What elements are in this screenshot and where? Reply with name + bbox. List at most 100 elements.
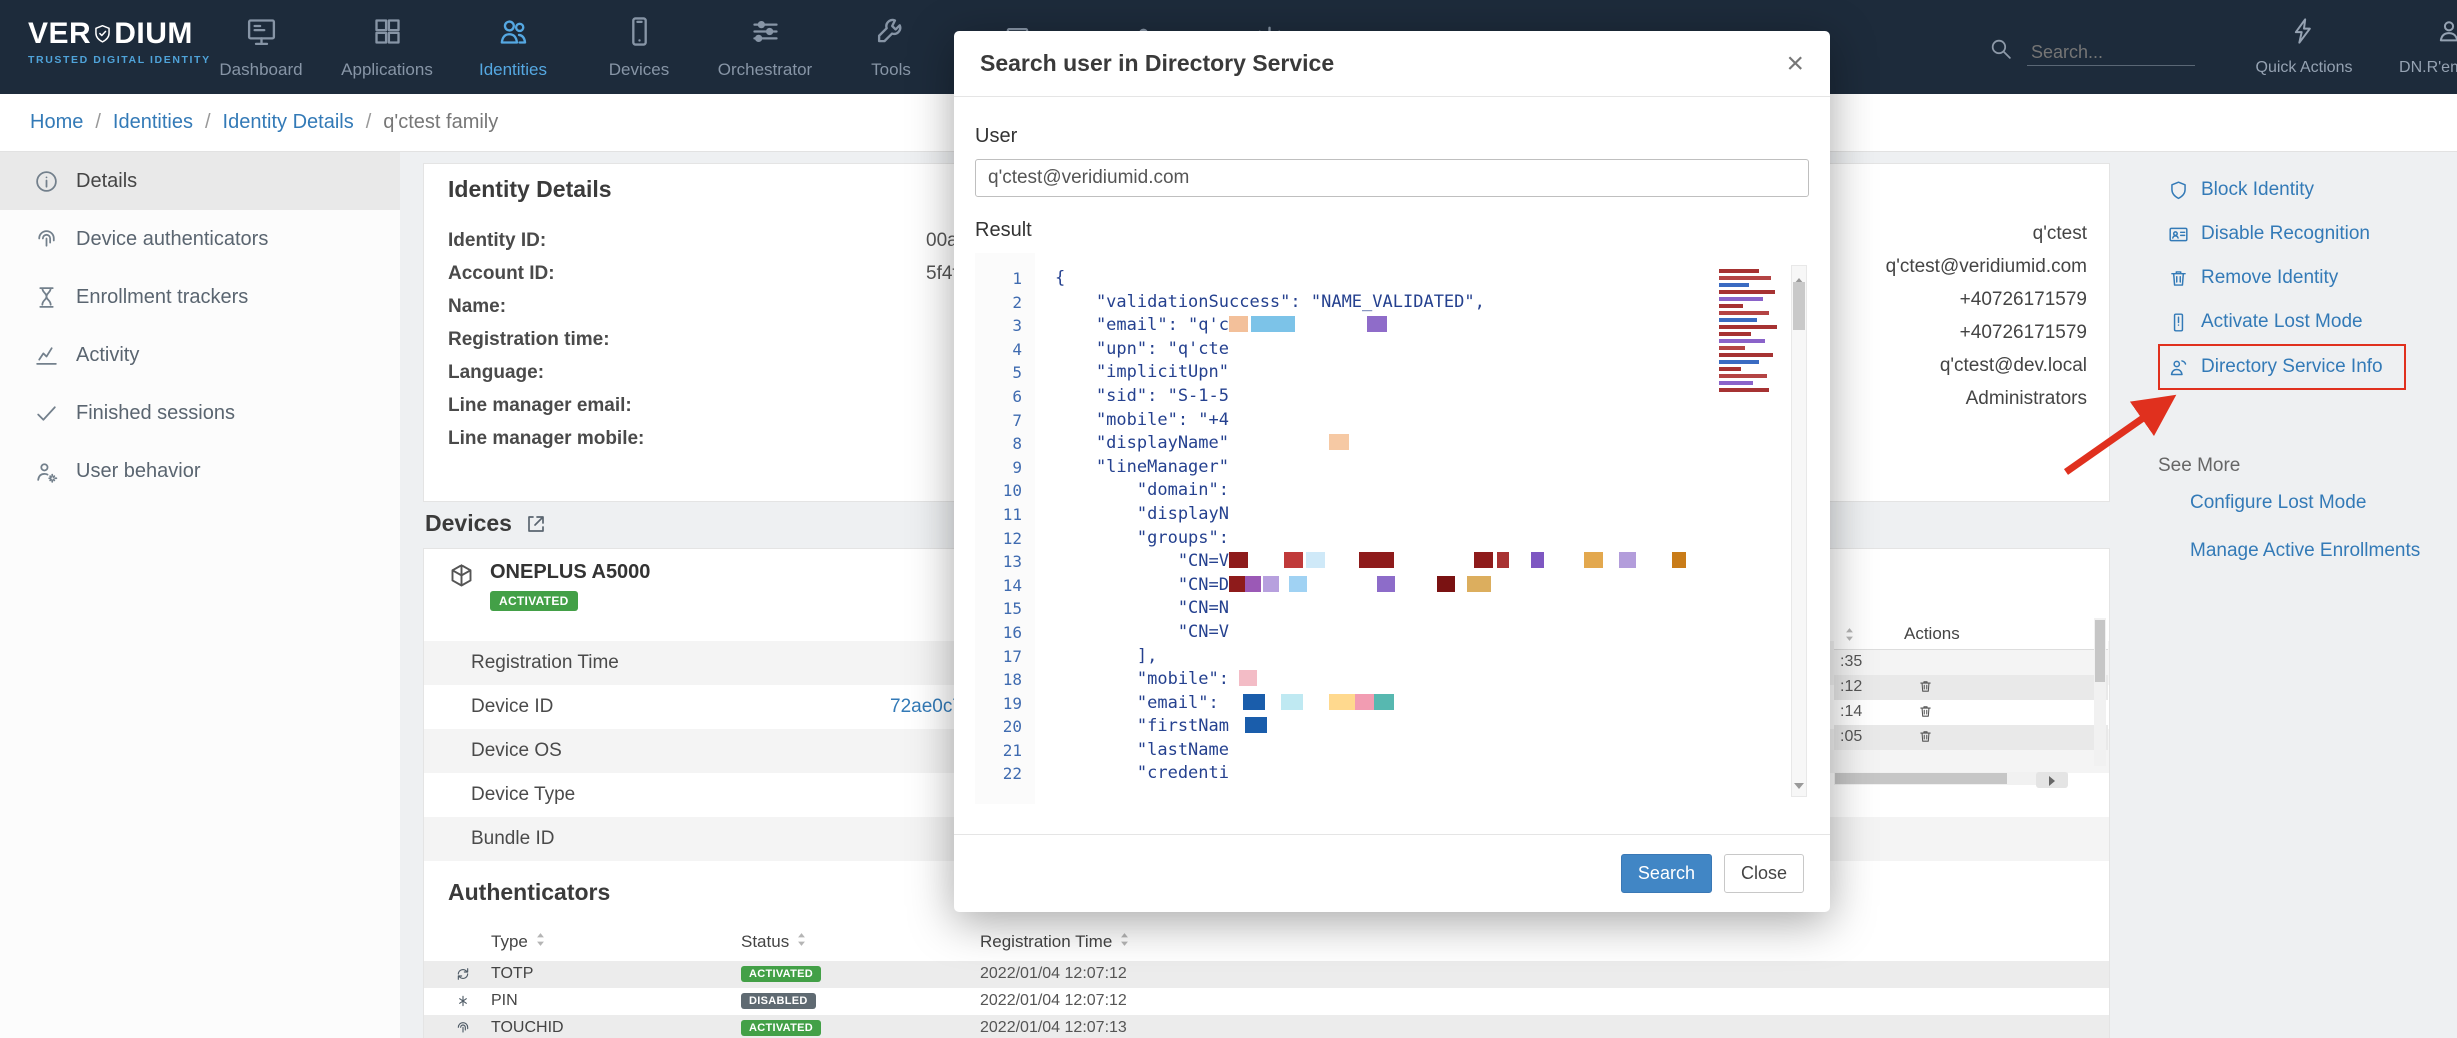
nav-item-label: Dashboard: [219, 60, 302, 80]
user-search-input[interactable]: [975, 159, 1809, 197]
authenticator-row-pin: PINDISABLED2022/01/04 12:07:12: [424, 988, 2109, 1015]
editor-line: "CN=D: [1055, 574, 1791, 598]
redaction-block: [1239, 670, 1257, 686]
editor-line: "groups":: [1055, 527, 1791, 551]
authenticator-time: 2022/01/04 12:07:12: [980, 965, 1127, 983]
devices-heading: Devices: [425, 510, 548, 537]
identity-right-value: Administrators: [1886, 382, 2087, 415]
quick-actions-button[interactable]: Quick Actions: [2238, 0, 2370, 94]
device-id-link[interactable]: 72ae0c7: [890, 696, 963, 718]
right-panel-action-directory-service-info[interactable]: Directory Service Info: [2158, 344, 2406, 390]
editor-line: "CN=V: [1055, 550, 1791, 574]
right-panel-link-manage-active-enrollments[interactable]: Manage Active Enrollments: [2190, 536, 2420, 584]
activity-icon: [34, 343, 59, 368]
line-number: 15: [975, 597, 1022, 621]
sidebar-nav: DetailsDevice authenticators Enrollment t…: [0, 152, 400, 1038]
identity-field-label: Line manager email:: [448, 395, 926, 417]
search-button[interactable]: Search: [1621, 854, 1712, 893]
quick-actions-icon: [2290, 17, 2318, 50]
authenticators-table-rows: TOTPACTIVATED2022/01/04 12:07:12PINDISAB…: [424, 961, 2109, 1038]
veridium-app: VER DIUM TRUSTED DIGITAL IDENTITY Dashbo…: [0, 0, 2457, 1038]
nav-user-menu[interactable]: DN.R'emuß G: [2384, 0, 2457, 94]
line-number: 22: [975, 762, 1022, 786]
partial-table-header: Actions: [1834, 618, 2108, 650]
line-number: 2: [975, 291, 1022, 315]
right-panel-action-disable-recognition[interactable]: Disable Recognition: [2158, 212, 2457, 256]
scrollbar-thumb[interactable]: [2095, 620, 2105, 682]
right-panel-links: Configure Lost ModeManage Active Enrollm…: [2190, 488, 2420, 584]
brand-text-right: DIUM: [114, 17, 193, 51]
vertical-scrollbar[interactable]: [2094, 618, 2106, 766]
auth-column-header-type[interactable]: Type: [491, 932, 546, 952]
search-icon[interactable]: [1988, 36, 2013, 66]
external-link-icon[interactable]: [524, 512, 548, 536]
result-label: Result: [975, 219, 1809, 242]
partial-table-row: :12: [1834, 675, 2108, 700]
nav-item-label: Tools: [871, 60, 911, 80]
sidebar-item-finished-sessions[interactable]: Finished sessions: [0, 384, 400, 442]
breadcrumb-separator: /: [366, 111, 372, 134]
nav-item-identities[interactable]: Identities: [450, 0, 576, 94]
sidebar-item-user-behavior[interactable]: User behavior: [0, 442, 400, 500]
nav-item-orchestrator[interactable]: Orchestrator: [702, 0, 828, 94]
close-button[interactable]: Close: [1724, 854, 1804, 893]
line-number: 17: [975, 645, 1022, 669]
json-result-editor[interactable]: 12345678910111213141516171819202122 { "v…: [975, 253, 1809, 804]
sort-icon[interactable]: [1844, 627, 1855, 642]
search-input[interactable]: [2027, 40, 2195, 66]
row-trash-icon[interactable]: [1918, 679, 1933, 694]
modal-close-icon[interactable]: ×: [1786, 49, 1804, 79]
nav-item-devices[interactable]: Devices: [576, 0, 702, 94]
directory-search-modal: Search user in Directory Service × User …: [954, 31, 1830, 912]
identity-fields: Identity ID:00aAccount ID:5f4fName:Regis…: [448, 224, 958, 455]
horizontal-scrollbar[interactable]: [1834, 772, 2068, 785]
right-panel-action-activate-lost-mode[interactable]: Activate Lost Mode: [2158, 300, 2457, 344]
status-badge: DISABLED: [741, 993, 816, 1009]
scroll-right-button[interactable]: [2036, 772, 2068, 788]
auth-column-header-status[interactable]: Status: [741, 932, 807, 952]
right-panel-link-configure-lost-mode[interactable]: Configure Lost Mode: [2190, 488, 2420, 536]
breadcrumb-item-identities[interactable]: Identities: [113, 111, 193, 134]
sidebar-item-label: Enrollment trackers: [76, 286, 248, 309]
nav-item-applications[interactable]: Applications: [324, 0, 450, 94]
editor-line: "mobile": "+4: [1055, 409, 1791, 433]
sidebar-item-device-authenticators[interactable]: Device authenticators: [0, 210, 400, 268]
sidebar-item-enrollment-trackers[interactable]: Enrollment trackers: [0, 268, 400, 326]
row-trash-icon[interactable]: [1918, 729, 1933, 744]
sidebar-item-label: User behavior: [76, 460, 201, 483]
recognition-icon: [2168, 224, 2189, 245]
orchestrator-icon: [749, 15, 782, 53]
scrollbar-thumb[interactable]: [1793, 282, 1805, 330]
right-panel-action-block-identity[interactable]: Block Identity: [2158, 168, 2457, 212]
line-number: 11: [975, 503, 1022, 527]
identity-field-row: Identity ID:00a: [448, 224, 958, 257]
brand-text-left: VER: [28, 17, 91, 51]
row-trash-icon[interactable]: [1918, 704, 1933, 719]
breadcrumb-item-identity-details[interactable]: Identity Details: [223, 111, 354, 134]
nav-item-tools[interactable]: Tools: [828, 0, 954, 94]
right-panel-action-remove-identity[interactable]: Remove Identity: [2158, 256, 2457, 300]
authenticator-row-totp: TOTPACTIVATED2022/01/04 12:07:12: [424, 961, 2109, 988]
device-detail-label: Bundle ID: [471, 828, 890, 850]
scroll-down-icon[interactable]: [1794, 774, 1804, 793]
sort-icon: [1119, 932, 1130, 952]
breadcrumb-item-home[interactable]: Home: [30, 111, 83, 134]
sidebar-item-details[interactable]: Details: [0, 152, 400, 210]
tools-icon: [875, 15, 908, 53]
editor-scrollbar[interactable]: [1791, 265, 1807, 797]
scrollbar-thumb[interactable]: [1835, 773, 2007, 784]
editor-line: "credenti: [1055, 762, 1791, 786]
brand-logo[interactable]: VER DIUM TRUSTED DIGITAL IDENTITY: [28, 17, 211, 66]
redaction-block: [1359, 552, 1394, 568]
caret-right-icon: [2048, 770, 2056, 791]
nav-item-dashboard[interactable]: Dashboard: [198, 0, 324, 94]
auth-column-label: Type: [491, 932, 528, 952]
auth-column-header-registration-time[interactable]: Registration Time: [980, 932, 1130, 952]
modal-body: User Result 1234567891011121314151617181…: [954, 97, 1830, 804]
identity-field-row: Language:: [448, 356, 958, 389]
pin-icon: [455, 993, 471, 1009]
redaction-block: [1245, 576, 1261, 592]
touchid-icon: [455, 1020, 471, 1036]
auth-column-label: Registration Time: [980, 932, 1112, 952]
sidebar-item-activity[interactable]: Activity: [0, 326, 400, 384]
